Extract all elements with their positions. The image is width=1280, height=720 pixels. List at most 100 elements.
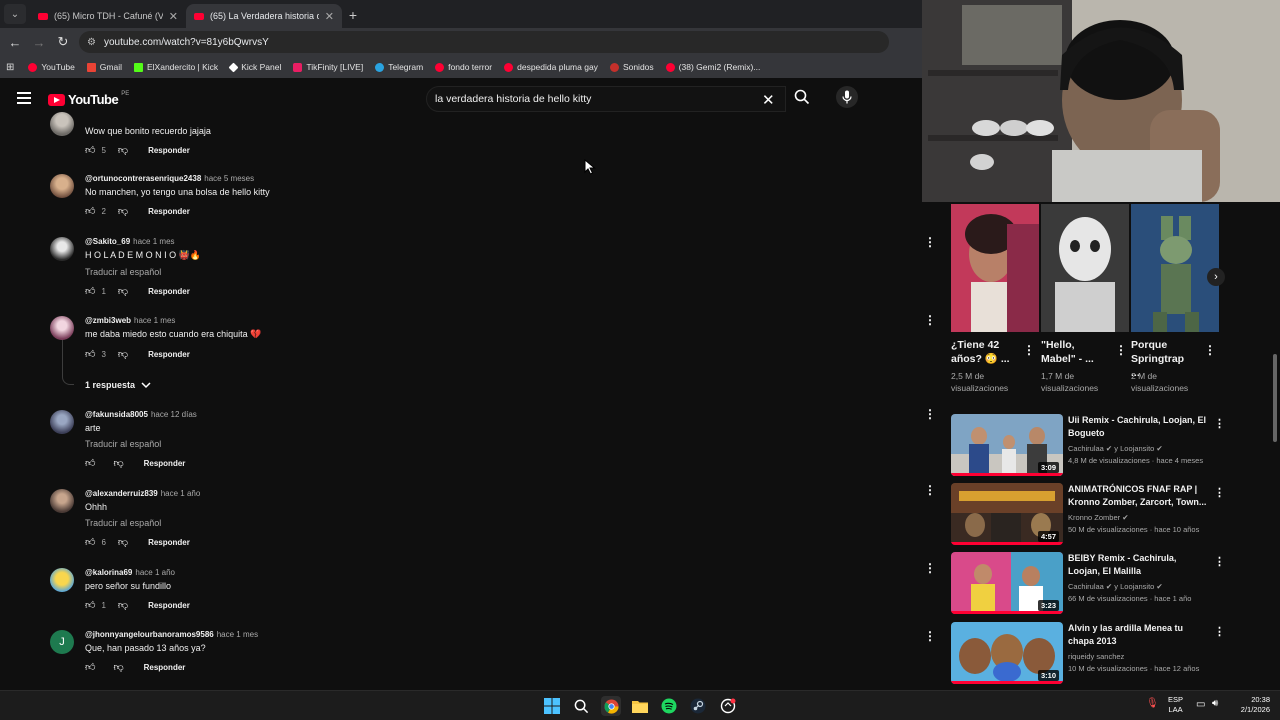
bookmark-fondo-terror[interactable]: fondo terror: [431, 62, 496, 72]
more-options-icon[interactable]: ⋮: [924, 236, 936, 248]
comment-time[interactable]: hace 1 mes: [133, 237, 174, 246]
related-video[interactable]: 3:23 BEIBY Remix - Cachirula, Loojan, El…: [951, 552, 1271, 616]
chrome-icon[interactable]: [601, 696, 621, 716]
reply-button[interactable]: Responder: [148, 287, 190, 296]
video-channel[interactable]: riqueidy sanchez: [1068, 651, 1208, 662]
short-thumbnail[interactable]: [951, 204, 1039, 332]
tab-micro-tdh[interactable]: (65) Micro TDH - Cafuné (Víde ✕: [30, 4, 186, 28]
more-options-icon[interactable]: ⋮: [924, 630, 936, 642]
tab-search-button[interactable]: ⌄: [4, 4, 26, 24]
reply-button[interactable]: Responder: [148, 207, 190, 216]
avatar[interactable]: [50, 316, 74, 340]
like-icon[interactable]: 👍︎: [85, 348, 95, 360]
translate-link[interactable]: Traducir al español: [85, 518, 465, 528]
related-video[interactable]: 3:09 Uii Remix - Cachirula, Loojan, El B…: [951, 414, 1271, 478]
windows-start-icon[interactable]: [542, 696, 562, 716]
language-indicator[interactable]: ESP LAA: [1168, 695, 1183, 715]
more-options-icon[interactable]: ⋮: [1214, 486, 1225, 499]
address-bar[interactable]: ⚙ youtube.com/watch?v=81y6bQwrvsY: [79, 31, 889, 53]
more-options-icon[interactable]: ⋮: [1214, 625, 1225, 638]
comment-time[interactable]: hace 1 año: [161, 489, 201, 498]
clock[interactable]: 20:38 2/1/2026: [1232, 695, 1270, 715]
translate-link[interactable]: Traducir al español: [85, 267, 465, 277]
more-options-icon[interactable]: ⋮: [1115, 344, 1127, 356]
related-video[interactable]: 3:10 Alvin y las ardilla Menea tu chapa …: [951, 622, 1271, 686]
short-title[interactable]: ¿Tiene 42 años? 😳 ...: [951, 338, 1013, 366]
dislike-icon[interactable]: 👎︎: [118, 536, 128, 548]
like-icon[interactable]: 👍︎: [85, 205, 95, 217]
more-options-icon[interactable]: ⋮: [924, 562, 936, 574]
network-icon[interactable]: ▭: [1196, 700, 1205, 710]
close-tab-icon[interactable]: ✕: [169, 10, 178, 23]
video-channel[interactable]: Kronno Zomber ✔: [1068, 512, 1208, 523]
bookmark-despedida[interactable]: despedida pluma gay: [500, 62, 602, 72]
volume-icon[interactable]: 🔊︎: [1212, 699, 1218, 709]
translate-link[interactable]: Traducir al español: [85, 439, 465, 449]
bookmark-telegram[interactable]: Telegram: [371, 62, 427, 72]
reply-button[interactable]: Responder: [148, 538, 190, 547]
avatar[interactable]: [50, 568, 74, 592]
avatar[interactable]: [50, 174, 74, 198]
dislike-icon[interactable]: 👎︎: [118, 144, 128, 156]
more-options-icon[interactable]: ⋮: [1214, 417, 1225, 430]
video-title[interactable]: BEIBY Remix - Cachirula, Loojan, El Mali…: [1068, 552, 1208, 578]
comment-time[interactable]: hace 1 año: [135, 568, 175, 577]
bookmark-youtube[interactable]: YouTube: [24, 62, 78, 72]
avatar[interactable]: [50, 112, 74, 136]
video-thumbnail[interactable]: 4:57: [951, 483, 1063, 545]
bookmark-kick-panel[interactable]: Kick Panel: [226, 62, 285, 72]
video-title[interactable]: Alvin y las ardilla Menea tu chapa 2013: [1068, 622, 1208, 648]
like-icon[interactable]: 👍︎: [85, 144, 95, 156]
search-icon[interactable]: [571, 696, 591, 716]
site-info-icon[interactable]: ⚙: [87, 37, 96, 48]
apps-grid-icon[interactable]: ⊞: [6, 62, 14, 73]
like-icon[interactable]: 👍︎: [85, 599, 95, 611]
search-button[interactable]: [792, 87, 812, 107]
avatar[interactable]: [50, 237, 74, 261]
avatar[interactable]: [50, 489, 74, 513]
short-thumbnail[interactable]: [1041, 204, 1129, 332]
comment-time[interactable]: hace 5 meses: [204, 174, 254, 183]
video-thumbnail[interactable]: 3:10: [951, 622, 1063, 684]
search-input[interactable]: la verdadera historia de hello kitty: [426, 86, 786, 112]
dislike-icon[interactable]: 👎︎: [113, 661, 123, 673]
clear-search-icon[interactable]: ✕: [762, 91, 775, 109]
dislike-icon[interactable]: 👎︎: [118, 599, 128, 611]
avatar[interactable]: J: [50, 630, 74, 654]
comment-time[interactable]: hace 1 mes: [134, 316, 175, 325]
close-tab-icon[interactable]: ✕: [325, 10, 334, 23]
view-replies-button[interactable]: 1 respuesta: [85, 380, 151, 390]
dislike-icon[interactable]: 👎︎: [118, 205, 128, 217]
bookmark-sonidos[interactable]: Sonidos: [606, 62, 658, 72]
short-thumbnail[interactable]: [1131, 204, 1219, 332]
like-icon[interactable]: 👍︎: [85, 457, 95, 469]
bookmark-gmail[interactable]: Gmail: [83, 62, 126, 72]
bookmark-tikfinity[interactable]: TikFinity [LIVE]: [289, 62, 367, 72]
like-icon[interactable]: 👍︎: [85, 536, 95, 548]
chevron-right-icon[interactable]: ›: [1207, 268, 1225, 286]
more-options-icon[interactable]: ⋮: [924, 408, 936, 420]
reply-button[interactable]: Responder: [144, 663, 186, 672]
like-icon[interactable]: 👍︎: [85, 285, 95, 297]
scrollbar[interactable]: [1273, 354, 1277, 442]
dislike-icon[interactable]: 👎︎: [118, 348, 128, 360]
new-tab-button[interactable]: +: [342, 4, 364, 26]
video-thumbnail[interactable]: 3:09: [951, 414, 1063, 476]
back-arrow-icon[interactable]: ←: [3, 30, 27, 54]
reply-button[interactable]: Responder: [148, 601, 190, 610]
tab-hello-kitty[interactable]: (65) La Verdadera historia de H ✕: [186, 4, 342, 28]
file-explorer-icon[interactable]: [630, 696, 650, 716]
dislike-icon[interactable]: 👎︎: [113, 457, 123, 469]
microphone-icon[interactable]: 🎙︎: [1146, 699, 1159, 709]
like-icon[interactable]: 👍︎: [85, 661, 95, 673]
more-options-icon[interactable]: ⋮: [924, 314, 936, 326]
related-video[interactable]: 4:57 ANIMATRÓNICOS FNAF RAP | Kronno Zom…: [951, 483, 1271, 547]
more-options-icon[interactable]: ⋮: [1214, 555, 1225, 568]
more-options-icon[interactable]: ⋮: [1204, 344, 1216, 356]
video-channel[interactable]: Cachirulaa ✔ y Loojansito ✔: [1068, 581, 1208, 592]
video-title[interactable]: ANIMATRÓNICOS FNAF RAP | Kronno Zomber, …: [1068, 483, 1208, 509]
bookmark-kick[interactable]: ElXandercito | Kick: [130, 62, 222, 72]
app-icon[interactable]: [718, 696, 738, 716]
steam-icon[interactable]: [688, 696, 708, 716]
reply-button[interactable]: Responder: [148, 146, 190, 155]
